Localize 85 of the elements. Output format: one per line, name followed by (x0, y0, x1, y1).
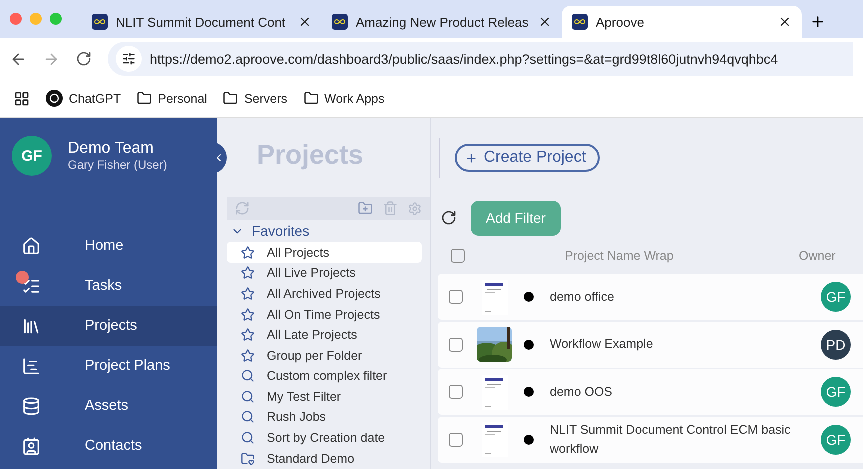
nav-item[interactable]: Contacts (0, 426, 217, 466)
status-dot (524, 340, 534, 350)
folder-icon (241, 452, 255, 466)
filter-item[interactable]: My Test Filter (227, 386, 422, 408)
filter-item[interactable]: Rush Jobs (227, 407, 422, 428)
user-name: Gary Fisher (User) (68, 158, 168, 172)
bookmark[interactable]: ChatGPT (46, 90, 122, 107)
plus-icon (465, 152, 478, 164)
app-logo-icon (332, 14, 348, 30)
close-window-button[interactable] (10, 13, 22, 25)
reload-icon[interactable] (76, 51, 92, 67)
status-dot (524, 434, 534, 444)
maximize-window-button[interactable] (50, 13, 62, 25)
search-icon (241, 390, 255, 404)
project-name: demo office (550, 288, 616, 306)
search-icon (241, 431, 255, 446)
home-icon (22, 236, 41, 256)
star-icon (241, 308, 255, 322)
nav-item[interactable]: Projects (0, 306, 217, 346)
filter-item[interactable]: Custom complex filter (227, 366, 422, 387)
nav-item[interactable]: Assets (0, 386, 217, 426)
owner-avatar: GF (821, 377, 851, 407)
project-name: NLIT Summit Document Control ECM basic workflow (550, 422, 792, 458)
close-icon[interactable] (778, 15, 792, 29)
site-icon (46, 90, 63, 107)
filter-item[interactable]: Sort by Creation date (227, 428, 422, 448)
filter-item[interactable]: Group per Folder (227, 345, 422, 366)
filter-item[interactable]: All Projects (227, 242, 422, 264)
bookmark[interactable]: Personal (137, 91, 208, 106)
search-icon (241, 369, 255, 384)
star-icon (241, 246, 255, 260)
star-icon (241, 348, 255, 363)
projects-icon (22, 316, 41, 336)
contacts-icon (22, 436, 41, 456)
filter-item[interactable]: All On Time Projects (227, 304, 422, 325)
star-icon (241, 286, 255, 301)
close-icon[interactable] (538, 15, 552, 29)
filter-item[interactable]: All Late Projects (227, 324, 422, 346)
site-settings-icon[interactable] (122, 52, 136, 66)
table-row[interactable]: demo OOS GF (438, 369, 863, 415)
address-field[interactable]: https://demo2.aproove.com/dashboard3/public/saas/index.php?settings=&at=grd99t8l60jutnvh94qvqhbc4 (108, 42, 853, 76)
browser-tab[interactable]: Amazing New Product Releas (322, 6, 562, 38)
apps-icon[interactable] (14, 90, 30, 106)
new-tab-icon[interactable] (810, 14, 826, 30)
star-icon (241, 328, 255, 342)
search-icon (241, 410, 255, 424)
owner-avatar: PD (821, 330, 851, 360)
browser-tab[interactable]: NLIT Summit Document Cont (82, 6, 322, 38)
project-name: demo OOS (550, 384, 614, 400)
owner-avatar: GF (821, 282, 851, 312)
folder-icon (137, 91, 152, 106)
team-name: Demo Team (68, 140, 155, 158)
table-row[interactable]: demo office GF (438, 274, 863, 320)
bookmark[interactable]: Servers (223, 91, 288, 106)
owner-avatar: GF (821, 424, 851, 454)
create-project-button[interactable]: Create Project (455, 144, 600, 172)
refresh-icon[interactable] (441, 210, 457, 226)
row-checkbox[interactable] (449, 385, 463, 399)
nav-item[interactable]: Tasks (0, 266, 217, 306)
app-logo-icon (572, 14, 588, 30)
status-dot (524, 387, 534, 397)
filter-item[interactable]: Standard Demo (227, 448, 422, 469)
new-folder-icon[interactable] (358, 201, 373, 216)
row-checkbox[interactable] (449, 432, 463, 446)
row-checkbox[interactable] (449, 290, 463, 304)
nav-item[interactable]: Project Plans (0, 346, 217, 386)
filter-item[interactable]: All Live Projects (227, 263, 422, 284)
bookmark[interactable]: Work Apps (304, 91, 385, 106)
table-row[interactable]: NLIT Summit Document Control ECM basic workflow GF (438, 416, 863, 462)
app-logo-icon (92, 14, 108, 30)
star-icon (241, 266, 255, 280)
project-name: Workflow Example (550, 336, 654, 353)
folder-icon (223, 91, 238, 106)
folder-icon (304, 91, 319, 106)
plans-icon (22, 356, 41, 376)
nav-item[interactable]: Home (0, 226, 217, 266)
row-checkbox[interactable] (449, 338, 463, 352)
table-row[interactable]: Workflow Example PD (438, 322, 863, 368)
status-dot (524, 292, 534, 302)
browser-tab[interactable]: Aproove (562, 6, 802, 38)
close-icon[interactable] (298, 15, 312, 29)
filter-item[interactable]: All Archived Projects (227, 284, 422, 304)
assets-icon (22, 396, 41, 416)
select-all-checkbox[interactable] (451, 249, 465, 263)
filter-group[interactable]: Favorites (252, 223, 310, 240)
